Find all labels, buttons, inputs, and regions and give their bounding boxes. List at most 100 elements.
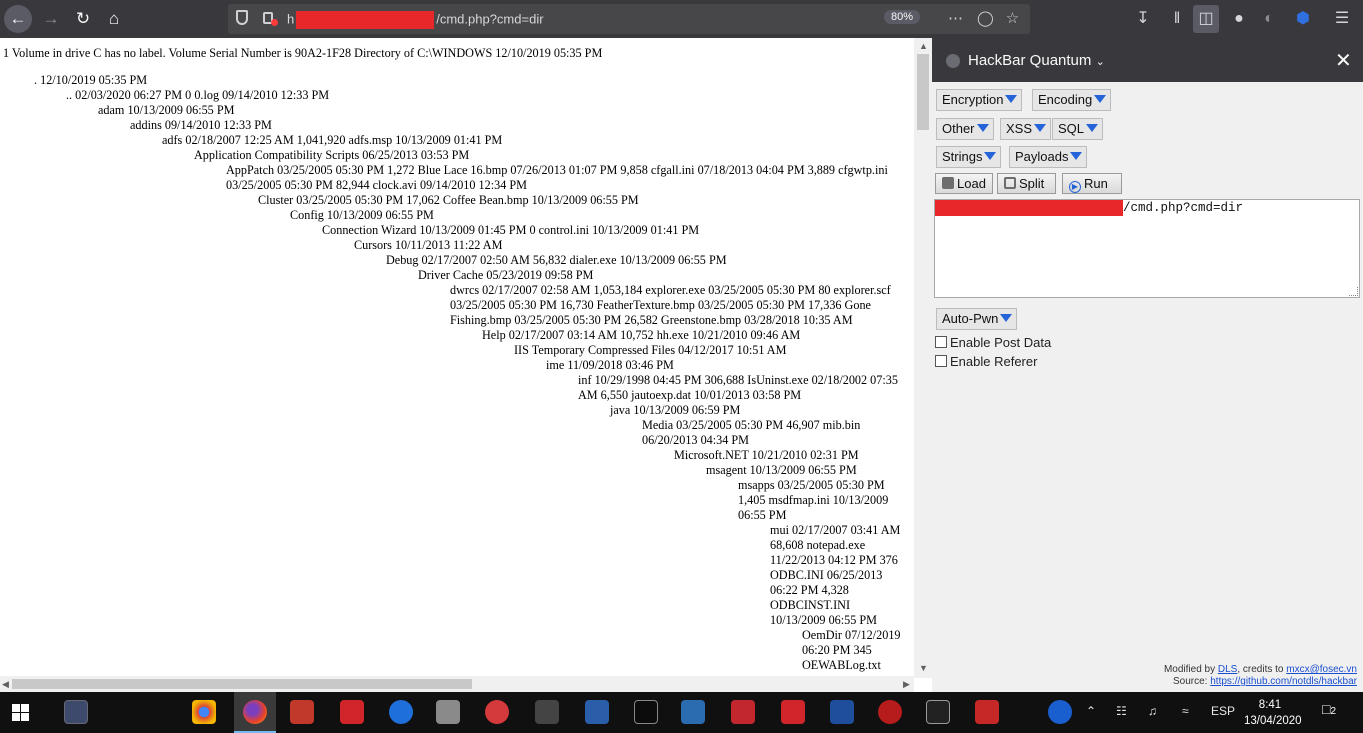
app-icon[interactable] [781,700,805,724]
app-icon[interactable] [830,700,854,724]
library-icon[interactable]: ‖ [1164,5,1190,33]
scroll-down-arrow-icon[interactable]: ▼ [919,663,928,673]
url-textarea-value: /cmd.php?cmd=dir [1123,201,1244,215]
bookmark-star-icon[interactable]: ☆ [1006,10,1019,27]
virtualbox-icon[interactable] [436,700,460,724]
listing-line: Cluster 03/25/2005 05:30 PM 17,062 Coffe… [258,193,639,207]
shark-icon[interactable] [585,700,609,724]
volume-icon[interactable]: ♫ [1148,704,1157,718]
listing-line: Cursors 10/11/2013 11:22 AM [354,238,503,252]
checkbox-box[interactable] [935,336,947,348]
encryption-dropdown[interactable]: Encryption [936,89,1023,111]
terminal-icon[interactable] [634,700,658,724]
app-icon[interactable] [290,700,314,724]
sidebar-header: HackBar Quantum ⌄ ✕ [932,38,1363,82]
tracking-protection-icon[interactable] [236,10,248,25]
insecure-warning-icon [271,19,278,26]
extension-icon[interactable]: ◐ [1256,5,1282,33]
close-icon[interactable]: ✕ [1335,48,1352,73]
wifi-icon[interactable]: ≈ [1182,704,1189,718]
xss-dropdown[interactable]: XSS [1000,118,1052,140]
run-button[interactable]: ▶ Run [1062,173,1122,194]
listing-line: 06/20/2013 04:34 PM [642,433,749,447]
load-icon [942,177,954,189]
url-suffix: /cmd.php?cmd=dir [436,11,544,27]
chrome-icon[interactable] [192,700,216,724]
credits-text: , credits to [1237,664,1284,675]
pocket-icon[interactable]: ◯ [977,10,994,27]
sql-dropdown[interactable]: SQL [1052,118,1104,140]
page-actions: ⋯ ◯ ☆ [948,9,1019,27]
notification-center[interactable]: □2 [1322,701,1344,723]
scroll-right-arrow-icon[interactable]: ▶ [903,679,910,690]
strings-dropdown[interactable]: Strings [936,146,1002,168]
horizontal-scrollbar[interactable]: ◀ ▶ [0,676,914,692]
listing-line: 03/25/2005 05:30 PM 16,730 FeatherTextur… [450,298,871,312]
listing-line: Connection Wizard 10/13/2009 01:45 PM 0 … [322,223,700,237]
app-icon[interactable] [975,700,999,724]
account-icon[interactable]: ● [1226,5,1252,33]
url-text[interactable]: h/cmd.php?cmd=dir [287,11,544,29]
url-textarea[interactable]: /cmd.php?cmd=dir [934,199,1360,298]
encoding-dropdown[interactable]: Encoding [1032,89,1112,111]
load-label: Load [957,176,986,191]
payloads-label: Payloads [1015,149,1069,164]
filezilla-icon[interactable] [731,700,755,724]
app-icon[interactable] [64,700,88,724]
scroll-up-arrow-icon[interactable]: ▲ [919,41,928,51]
credit-link[interactable]: mxcx@fosec.vn [1286,664,1357,675]
vertical-scrollbar[interactable]: ▲ ▼ [914,38,932,678]
app-tray-icon[interactable]: ☷ [1116,704,1127,718]
language-indicator[interactable]: ESP [1211,704,1235,718]
reload-button[interactable]: ↻ [69,5,97,33]
firefox-icon[interactable] [243,700,267,724]
url-bar[interactable]: h/cmd.php?cmd=dir 80% ⋯ ◯ ☆ [228,4,1030,34]
vertical-scroll-thumb[interactable] [917,54,929,130]
scroll-left-arrow-icon[interactable]: ◀ [2,679,9,690]
chevron-up-icon[interactable]: ⌃ [1086,704,1096,718]
listing-line: AM 6,550 jautoexp.dat 10/01/2013 03:58 P… [578,388,802,402]
autopwn-dropdown[interactable]: Auto-Pwn [936,308,1018,330]
other-dropdown[interactable]: Other [936,118,994,140]
split-button[interactable]: Split [997,173,1056,194]
enable-referer-checkbox[interactable]: Enable Referer [935,354,1037,369]
app-icon[interactable] [389,700,413,724]
browser-toolbar: ← → ↻ ⌂ h/cmd.php?cmd=dir 80% ⋯ ◯ ☆ ↧ ‖ ◫ … [0,0,1363,38]
listing-line: java 10/13/2009 06:59 PM [610,403,741,417]
load-button[interactable]: Load [935,173,993,194]
payloads-dropdown[interactable]: Payloads [1009,146,1088,168]
downloads-icon[interactable]: ↧ [1130,5,1156,33]
app-icon[interactable] [485,700,509,724]
eye-icon[interactable] [535,700,559,724]
modified-by-text: Modified by [1163,664,1216,675]
horizontal-scroll-thumb[interactable] [12,679,472,689]
sidebar-toggle-icon[interactable]: ◫ [1193,5,1219,33]
hamburger-menu-icon[interactable]: ☰ [1329,5,1355,33]
dropdown-caret-icon [1034,124,1047,132]
shield-extension-icon[interactable]: ⬢ [1290,5,1316,33]
listing-line: IIS Temporary Compressed Files 04/12/201… [514,343,787,357]
kali-icon[interactable] [926,700,950,724]
clock[interactable]: 8:41 13/04/2020 [1244,697,1302,729]
windows-start-icon[interactable] [12,704,29,721]
listing-line: 03/25/2005 05:30 PM 82,944 clock.avi 09/… [226,178,527,192]
split-label: Split [1019,176,1045,191]
forward-button[interactable]: → [37,5,65,33]
app-icon[interactable] [878,700,902,724]
page-actions-menu-icon[interactable]: ⋯ [948,10,963,27]
resize-grip-icon[interactable] [1349,287,1358,296]
zoom-level-badge[interactable]: 80% [884,10,921,24]
xss-label: XSS [1006,121,1033,136]
author-link[interactable]: DLS [1218,664,1237,675]
listing-line: AppPatch 03/25/2005 05:30 PM 1,272 Blue … [226,163,888,177]
help-icon[interactable] [1048,700,1072,724]
app-icon[interactable] [340,700,364,724]
source-link[interactable]: https://github.com/notdls/hackbar [1210,676,1357,687]
back-button[interactable]: ← [4,5,32,33]
sidebar-title-switcher[interactable]: HackBar Quantum ⌄ [968,52,1105,69]
home-button[interactable]: ⌂ [100,5,128,33]
enable-post-data-checkbox[interactable]: Enable Post Data [935,335,1051,350]
listing-line: msagent 10/13/2009 06:55 PM [706,463,857,477]
network-icon[interactable] [681,700,705,724]
checkbox-box[interactable] [935,355,947,367]
